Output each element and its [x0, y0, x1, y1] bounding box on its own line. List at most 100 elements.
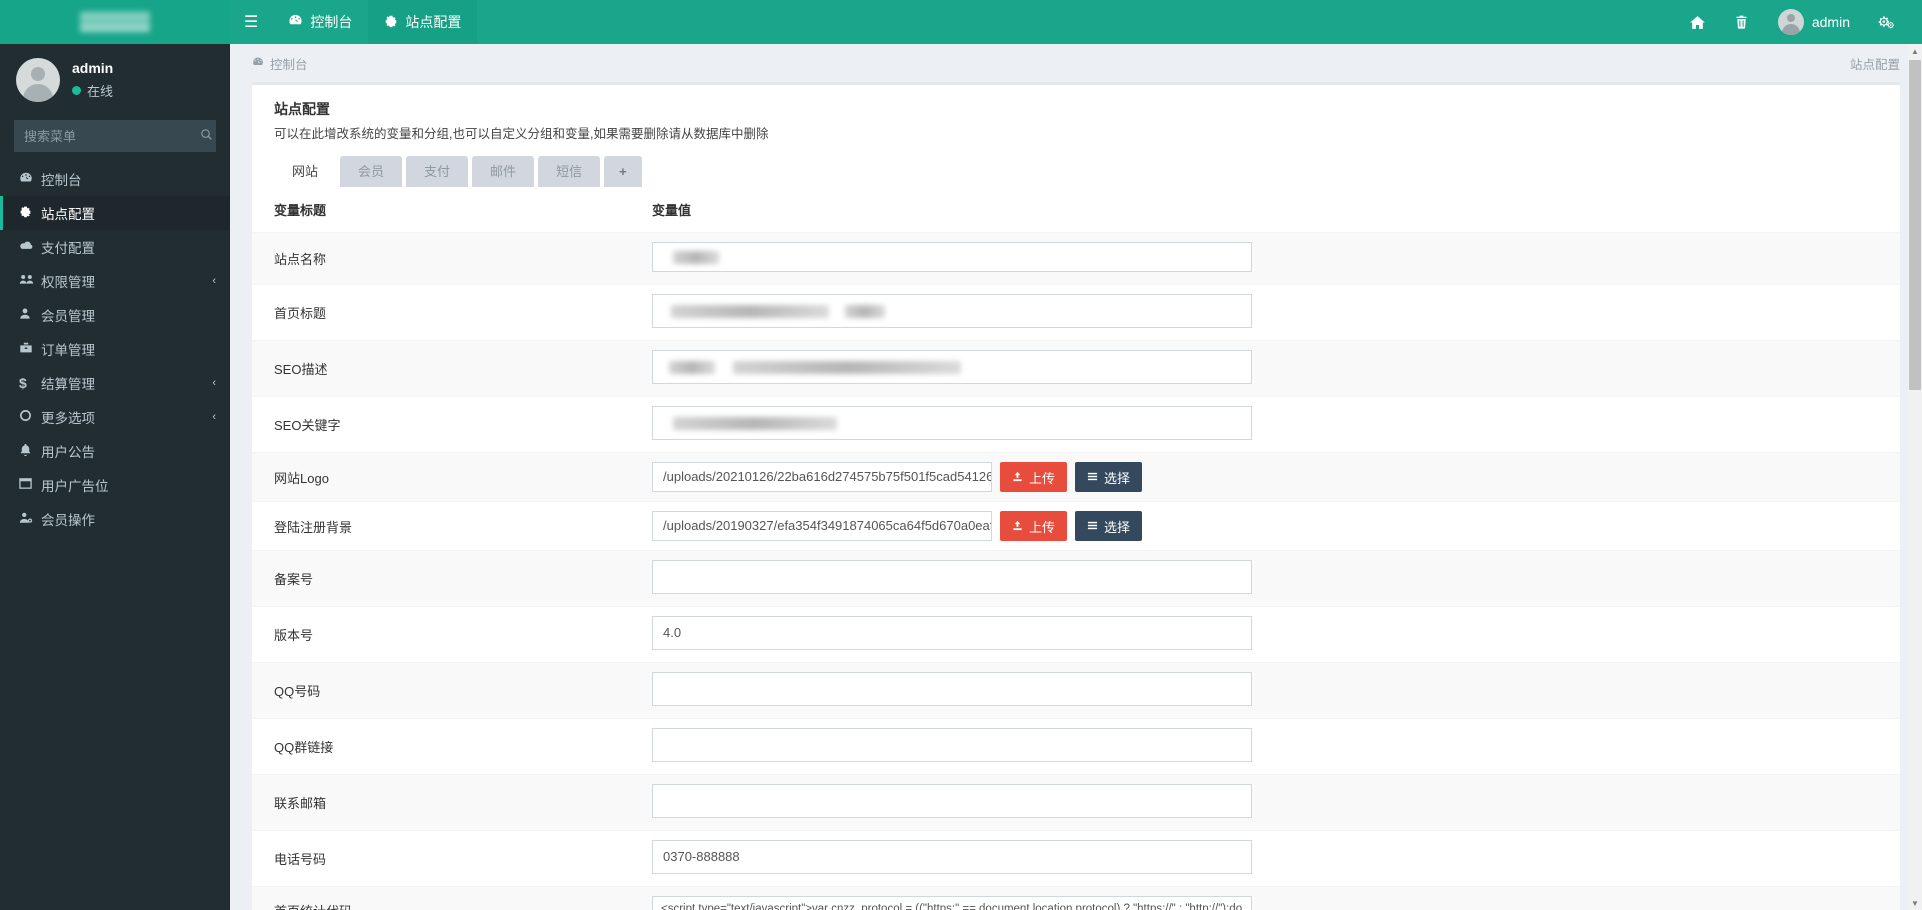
sidebar-item-settlement[interactable]: $ 结算管理 ‹	[0, 366, 230, 400]
row-label-contact-email: 联系邮箱	[252, 774, 652, 831]
tab-mail[interactable]: 邮件	[472, 156, 535, 187]
row-label-home-stats-code: 首页统计代码	[252, 886, 652, 910]
version-input[interactable]: 4.0	[652, 616, 1252, 650]
tab-add-group-button[interactable]: +	[604, 156, 642, 187]
tab-website[interactable]: 网站	[274, 156, 337, 187]
sidebar-item-more-options-label: 更多选项	[41, 411, 95, 426]
row-label-version: 版本号	[252, 606, 652, 663]
gear-icon	[19, 205, 41, 221]
sidebar-item-order-label: 订单管理	[41, 343, 95, 358]
sidebar-item-user-notice[interactable]: 用户公告	[0, 434, 230, 468]
qq-group-link-input[interactable]	[652, 728, 1252, 762]
tab-sms[interactable]: 短信	[538, 156, 601, 187]
row-value-home-stats-code: <script type="text/javascript">var cnzz_…	[652, 886, 1900, 910]
row-value-version: 4.0	[652, 606, 1900, 663]
table-row: 登陆注册背景 /uploads/20190327/efa354f34918740…	[252, 501, 1900, 551]
seo-keywords-input[interactable]	[652, 406, 1252, 440]
sidebar-item-user-notice-label: 用户公告	[41, 445, 95, 460]
row-value-home-title	[652, 284, 1900, 341]
brand-logo[interactable]	[0, 0, 230, 44]
search-icon[interactable]	[200, 128, 213, 144]
table-row: 联系邮箱	[252, 774, 1900, 831]
scroll-down-arrow-icon[interactable]: ▼	[1908, 896, 1922, 910]
table-row: 备案号	[252, 550, 1900, 607]
sidebar-item-user-ad[interactable]: 用户广告位	[0, 468, 230, 502]
upload-icon	[1012, 519, 1023, 534]
chevron-left-icon: ‹	[212, 275, 216, 287]
user-menu[interactable]: admin	[1764, 0, 1864, 44]
nav-item-site-config[interactable]: 站点配置	[368, 0, 478, 44]
users-icon	[19, 273, 41, 289]
site-logo-select-button[interactable]: 选择	[1075, 462, 1143, 492]
login-background-select-button[interactable]: 选择	[1075, 511, 1143, 541]
config-table-head: 变量标题 变量值	[252, 187, 1900, 233]
qq-number-input[interactable]	[652, 672, 1252, 706]
site-config-panel: 站点配置 可以在此增改系统的变量和分组,也可以自定义分组和变量,如果需要删除请从…	[252, 82, 1900, 910]
dashboard-icon	[19, 171, 41, 188]
site-name-input[interactable]	[652, 242, 1252, 272]
nav-item-dashboard-label: 控制台	[310, 14, 353, 30]
row-value-phone-number: 0370-888888	[652, 830, 1900, 887]
search-input[interactable]	[24, 128, 200, 144]
sidebar-item-site-config[interactable]: 站点配置	[0, 196, 230, 230]
nav-item-dashboard[interactable]: 控制台	[272, 0, 368, 44]
table-row: 网站Logo /uploads/20210126/22ba616d274575b…	[252, 452, 1900, 502]
column-header-variable-title: 变量标题	[252, 187, 652, 233]
trash-icon[interactable]	[1720, 0, 1764, 44]
sidebar-avatar	[16, 58, 60, 102]
home-title-input[interactable]	[652, 294, 1252, 328]
row-value-seo-keywords	[652, 396, 1900, 453]
sidebar-item-order[interactable]: 订单管理	[0, 332, 230, 366]
row-label-phone-number: 电话号码	[252, 830, 652, 887]
login-background-upload-button[interactable]: 上传	[1000, 511, 1068, 541]
list-icon	[1087, 519, 1098, 534]
sidebar-item-member[interactable]: 会员管理	[0, 298, 230, 332]
page-scrollbar[interactable]: ▲ ▼	[1908, 44, 1922, 910]
phone-number-input[interactable]: 0370-888888	[652, 840, 1252, 874]
tab-payment[interactable]: 支付	[406, 156, 469, 187]
home-icon[interactable]	[1676, 0, 1720, 44]
tab-member[interactable]: 会员	[340, 156, 403, 187]
sidebar-item-dashboard[interactable]: 控制台	[0, 162, 230, 196]
list-icon	[1087, 470, 1098, 485]
login-background-path-input[interactable]: /uploads/20190327/efa354f3491874065ca64f…	[652, 511, 992, 541]
site-logo-path-input[interactable]: /uploads/20210126/22ba616d274575b75f501f…	[652, 462, 992, 492]
table-row: SEO描述	[252, 340, 1900, 397]
scrollbar-thumb[interactable]	[1909, 60, 1921, 390]
home-stats-code-textarea[interactable]: <script type="text/javascript">var cnzz_…	[652, 896, 1252, 910]
sidebar-toggle-button[interactable]: ☰	[230, 0, 272, 44]
sidebar-item-site-config-label: 站点配置	[41, 207, 95, 222]
sidebar-user-status: 在线	[72, 81, 113, 100]
site-logo-upload-button[interactable]: 上传	[1000, 462, 1068, 492]
cloud-icon	[19, 239, 41, 255]
breadcrumb-bar: 控制台 站点配置	[230, 44, 1922, 82]
site-logo-upload-label: 上传	[1029, 470, 1056, 486]
contact-email-input[interactable]	[652, 784, 1252, 818]
sidebar-item-permission[interactable]: 权限管理 ‹	[0, 264, 230, 298]
seo-description-input[interactable]	[652, 350, 1252, 384]
sidebar-item-user-ad-label: 用户广告位	[41, 479, 109, 494]
sidebar-search[interactable]	[14, 120, 216, 152]
table-row: QQ号码	[252, 662, 1900, 719]
site-logo-select-label: 选择	[1104, 470, 1131, 486]
row-value-qq-number	[652, 662, 1900, 719]
sidebar-item-more-options[interactable]: 更多选项 ‹	[0, 400, 230, 434]
scroll-up-arrow-icon[interactable]: ▲	[1908, 44, 1922, 58]
avatar	[1777, 9, 1804, 35]
breadcrumb[interactable]: 控制台	[252, 54, 308, 73]
config-table: 变量标题 变量值 站点名称 首页标题 SEO描述 SEO关键字 网站Logo /…	[252, 187, 1900, 910]
config-group-tabs: 网站 会员 支付 邮件 短信 +	[252, 152, 1900, 187]
top-header: ☰ 控制台 站点配置 admin	[0, 0, 1922, 44]
hamburger-icon: ☰	[244, 14, 259, 31]
main-content: 控制台 站点配置 站点配置 可以在此增改系统的变量和分组,也可以自定义分组和变量…	[230, 44, 1922, 910]
gears-icon[interactable]	[1864, 0, 1908, 44]
row-label-site-logo: 网站Logo	[252, 452, 652, 502]
topbar-right-actions: admin	[1676, 0, 1922, 44]
sidebar-item-member-ops[interactable]: 会员操作	[0, 502, 230, 536]
config-table-body: 站点名称 首页标题 SEO描述 SEO关键字 网站Logo /uploads/2…	[252, 232, 1900, 910]
sidebar-item-payment-config[interactable]: 支付配置	[0, 230, 230, 264]
breadcrumb-current[interactable]: 站点配置	[1850, 54, 1900, 73]
table-row: 首页统计代码 <script type="text/javascript">va…	[252, 886, 1900, 910]
icp-number-input[interactable]	[652, 560, 1252, 594]
dollar-icon: $	[19, 375, 27, 391]
